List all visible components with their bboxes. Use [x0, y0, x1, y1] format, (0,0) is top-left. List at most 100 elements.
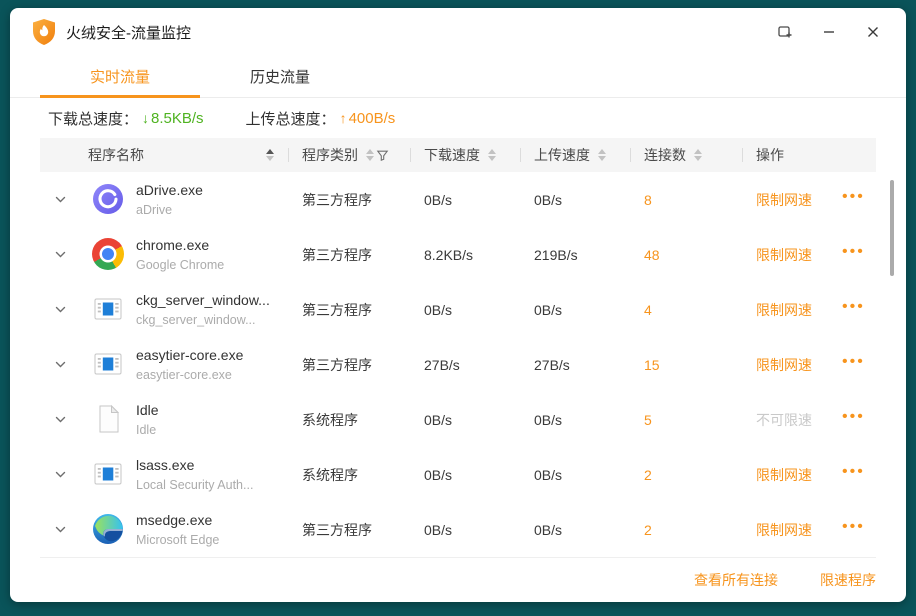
- expand-chevron-icon[interactable]: [52, 191, 68, 207]
- download-total-label: 下载总速度：: [48, 108, 138, 129]
- limit-speed-link: 不可限速: [756, 410, 812, 430]
- sort-icon[interactable]: [598, 149, 606, 161]
- more-actions-button[interactable]: •••: [842, 307, 865, 313]
- table-row: lsass.exe Local Security Auth... 系统程序 0B…: [40, 447, 876, 502]
- more-actions-button[interactable]: •••: [842, 362, 865, 368]
- upload-speed-cell: 0B/s: [520, 412, 630, 428]
- sort-icon[interactable]: [488, 149, 496, 161]
- program-name-cell: lsass.exe Local Security Auth...: [40, 455, 288, 493]
- upload-speed-cell: 0B/s: [520, 522, 630, 538]
- close-button[interactable]: [864, 23, 882, 41]
- expand-chevron-icon[interactable]: [52, 521, 68, 537]
- program-name-cell: Idle Idle: [40, 400, 288, 438]
- actions-cell: 限制网速 •••: [742, 465, 876, 485]
- more-actions-button[interactable]: •••: [842, 252, 865, 258]
- table-row: msedge.exe Microsoft Edge 第三方程序 0B/s 0B/…: [40, 502, 876, 557]
- process-name: aDrive.exe: [136, 180, 203, 200]
- download-total-value: 8.5KB/s: [151, 110, 204, 127]
- more-actions-button[interactable]: •••: [842, 472, 865, 478]
- generic-window-app-icon: [92, 458, 124, 490]
- actions-cell: 限制网速 •••: [742, 300, 876, 320]
- program-type-cell: 第三方程序: [288, 300, 410, 320]
- tab-history-traffic[interactable]: 历史流量: [200, 56, 360, 97]
- process-description: Google Chrome: [136, 256, 224, 274]
- process-description: Microsoft Edge: [136, 531, 219, 549]
- window-title: 火绒安全-流量监控: [66, 22, 191, 43]
- sort-icon[interactable]: [694, 149, 702, 161]
- more-actions-button[interactable]: •••: [842, 417, 865, 423]
- process-name: chrome.exe: [136, 235, 224, 255]
- download-speed-cell: 0B/s: [410, 192, 520, 208]
- more-actions-button[interactable]: •••: [842, 527, 865, 533]
- feedback-icon[interactable]: [776, 23, 794, 41]
- blank-document-icon: [92, 403, 124, 435]
- tab-realtime-traffic[interactable]: 实时流量: [40, 56, 200, 97]
- process-description: Idle: [136, 421, 159, 439]
- limit-speed-link[interactable]: 限制网速: [756, 465, 812, 485]
- program-type-cell: 系统程序: [288, 465, 410, 485]
- view-all-connections-link[interactable]: 查看所有连接: [694, 570, 778, 590]
- download-speed-cell: 0B/s: [410, 467, 520, 483]
- upload-total-value: 400B/s: [349, 110, 396, 127]
- upload-speed-cell: 0B/s: [520, 192, 630, 208]
- limit-speed-link[interactable]: 限制网速: [756, 245, 812, 265]
- program-name-cell: msedge.exe Microsoft Edge: [40, 510, 288, 548]
- edge-app-icon: [92, 513, 124, 545]
- connections-cell: 2: [630, 467, 742, 483]
- process-description: aDrive: [136, 201, 203, 219]
- tab-bar: 实时流量 历史流量: [10, 56, 906, 98]
- more-actions-button[interactable]: •••: [842, 197, 865, 203]
- limit-speed-link[interactable]: 限制网速: [756, 520, 812, 540]
- filter-icon[interactable]: [376, 149, 389, 162]
- connections-cell: 8: [630, 192, 742, 208]
- expand-chevron-icon[interactable]: [52, 246, 68, 262]
- connections-cell: 2: [630, 522, 742, 538]
- table-row: chrome.exe Google Chrome 第三方程序 8.2KB/s 2…: [40, 227, 876, 282]
- connections-cell: 4: [630, 302, 742, 318]
- limit-speed-link[interactable]: 限制网速: [756, 300, 812, 320]
- column-header-upload-speed[interactable]: 上传速度: [520, 138, 630, 172]
- program-name-cell: ckg_server_window... ckg_server_window..…: [40, 290, 288, 328]
- expand-chevron-icon[interactable]: [52, 301, 68, 317]
- download-speed-cell: 8.2KB/s: [410, 247, 520, 263]
- expand-chevron-icon[interactable]: [52, 356, 68, 372]
- process-description: Local Security Auth...: [136, 476, 253, 494]
- column-header-connections[interactable]: 连接数: [630, 138, 742, 172]
- limit-speed-link[interactable]: 限制网速: [756, 190, 812, 210]
- program-type-cell: 第三方程序: [288, 520, 410, 540]
- program-type-cell: 第三方程序: [288, 355, 410, 375]
- actions-cell: 不可限速 •••: [742, 410, 876, 430]
- upload-arrow-icon: ↑: [340, 110, 347, 126]
- vertical-scrollbar-thumb[interactable]: [890, 180, 894, 276]
- process-name: easytier-core.exe: [136, 345, 243, 365]
- column-header-program-type[interactable]: 程序类别: [288, 138, 410, 172]
- titlebar: 火绒安全-流量监控: [10, 8, 906, 56]
- minimize-button[interactable]: [820, 23, 838, 41]
- generic-window-app-icon: [92, 348, 124, 380]
- column-header-program-name[interactable]: 程序名称: [40, 138, 288, 172]
- process-description: easytier-core.exe: [136, 366, 243, 384]
- program-name-cell: chrome.exe Google Chrome: [40, 235, 288, 273]
- adrive-app-icon: [92, 183, 124, 215]
- column-header-actions: 操作: [742, 138, 876, 172]
- expand-chevron-icon[interactable]: [52, 466, 68, 482]
- actions-cell: 限制网速 •••: [742, 190, 876, 210]
- expand-chevron-icon[interactable]: [52, 411, 68, 427]
- sort-icon[interactable]: [366, 149, 374, 161]
- table-row: easytier-core.exe easytier-core.exe 第三方程…: [40, 337, 876, 392]
- process-description: ckg_server_window...: [136, 311, 270, 329]
- column-header-download-speed[interactable]: 下载速度: [410, 138, 520, 172]
- download-speed-cell: 0B/s: [410, 412, 520, 428]
- huorong-shield-logo-icon: [32, 19, 56, 45]
- upload-total-label: 上传总速度：: [246, 108, 336, 129]
- process-name: msedge.exe: [136, 510, 219, 530]
- sort-icon[interactable]: [266, 149, 274, 161]
- speed-summary: 下载总速度： ↓8.5KB/s 上传总速度： ↑400B/s: [10, 98, 906, 138]
- process-traffic-table: 程序名称 程序类别 下载速度 上传速度 连接数: [40, 138, 876, 558]
- table-row: aDrive.exe aDrive 第三方程序 0B/s 0B/s 8 限制网速…: [40, 172, 876, 227]
- limit-programs-link[interactable]: 限速程序: [820, 570, 876, 590]
- limit-speed-link[interactable]: 限制网速: [756, 355, 812, 375]
- actions-cell: 限制网速 •••: [742, 245, 876, 265]
- connections-cell: 48: [630, 247, 742, 263]
- process-name: lsass.exe: [136, 455, 253, 475]
